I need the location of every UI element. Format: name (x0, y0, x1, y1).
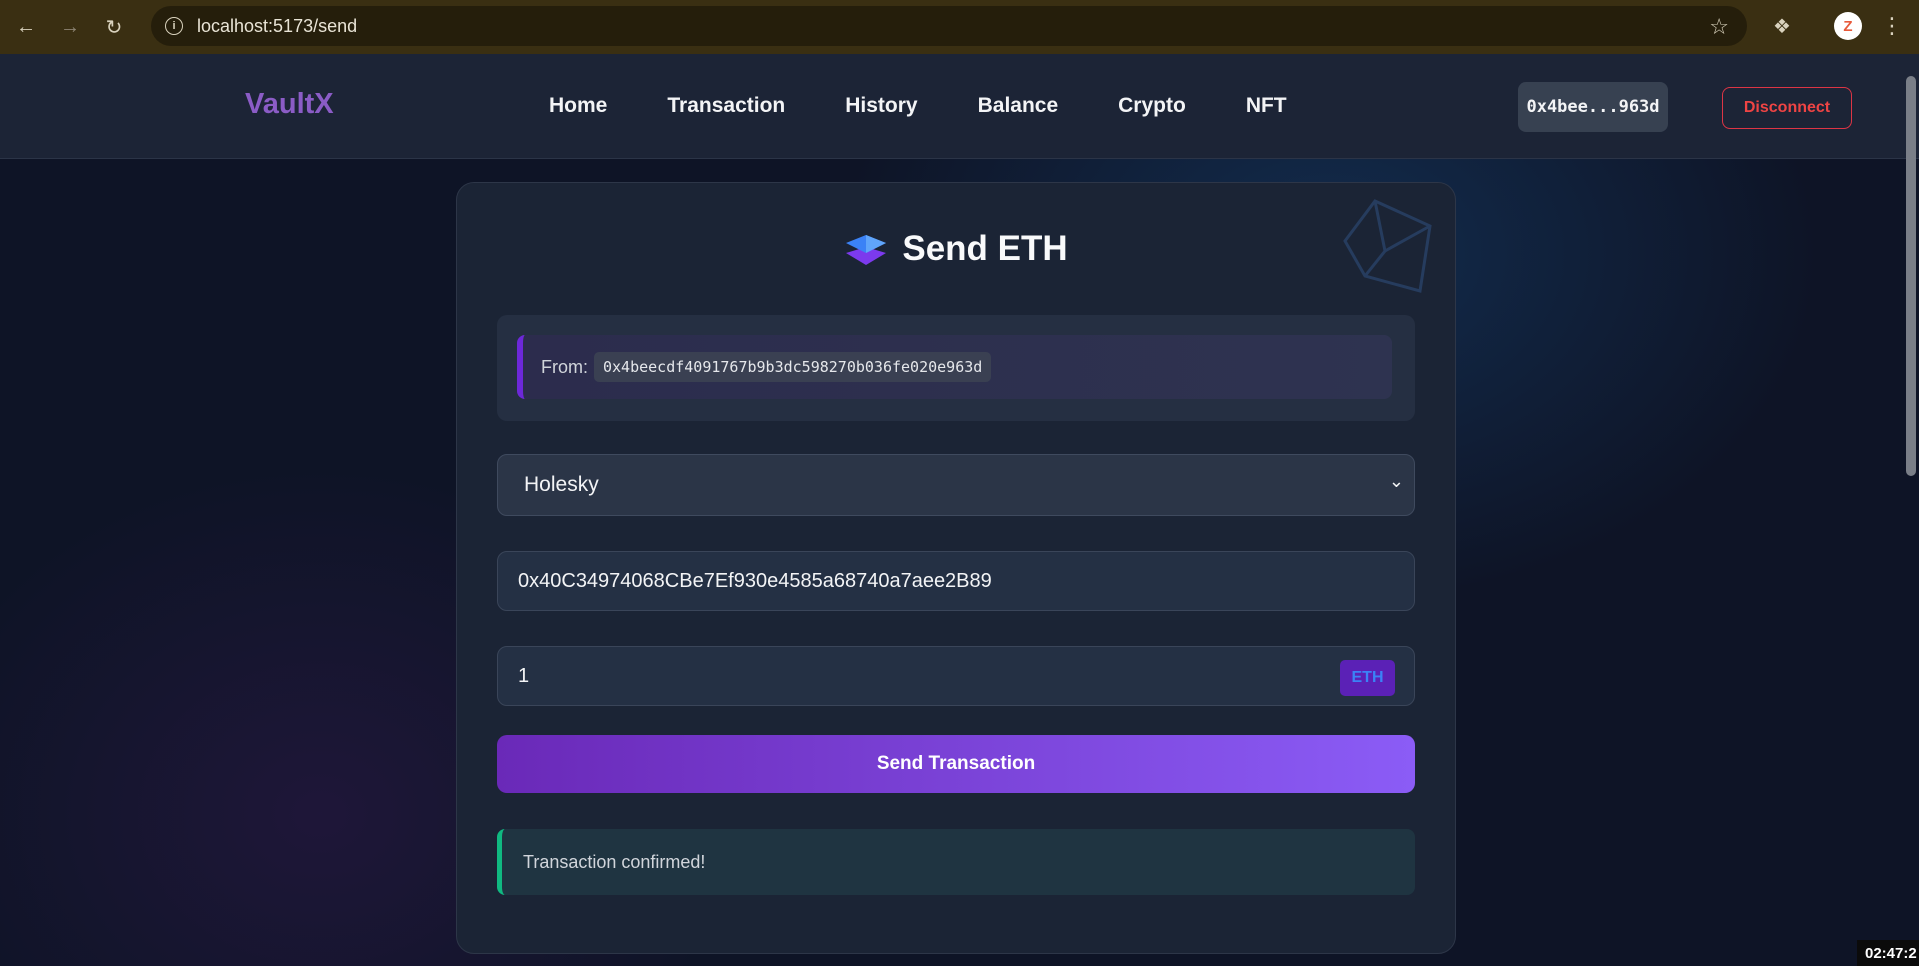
nav-transaction[interactable]: Transaction (667, 94, 785, 118)
chevron-down-icon: ⌄ (1388, 471, 1404, 491)
page-scrollbar[interactable] (1902, 54, 1919, 966)
send-eth-card: Send ETH From: 0x4beecdf4091767b9b3dc598… (456, 182, 1456, 954)
disconnect-button[interactable]: Disconnect (1722, 87, 1852, 129)
browser-toolbar: ← → ↻ i localhost:5173/send ☆ ❖ Z ⋮ (0, 0, 1919, 54)
amount-value: 1 (518, 664, 530, 687)
network-value: Holesky (524, 473, 599, 496)
wallet-address-chip[interactable]: 0x4bee...963d (1518, 82, 1668, 132)
page-title: Send ETH (902, 229, 1068, 268)
url-text[interactable]: localhost:5173/send (197, 16, 357, 37)
forward-icon[interactable]: → (52, 9, 88, 45)
scrollbar-thumb[interactable] (1906, 76, 1916, 476)
network-select[interactable]: Holesky ⌄ (497, 454, 1415, 516)
profile-avatar[interactable]: Z (1834, 12, 1862, 40)
ethereum-layers-icon (846, 235, 887, 265)
status-message: Transaction confirmed! (497, 829, 1415, 895)
nav-home[interactable]: Home (549, 94, 607, 118)
address-bar[interactable]: i localhost:5173/send ☆ (151, 6, 1747, 46)
amount-input[interactable]: 1 ETH (497, 646, 1415, 706)
taskbar-clock: 02:47:2 (1857, 940, 1919, 966)
app-header: VaultX Home Transaction History Balance … (0, 54, 1919, 159)
recipient-address-input[interactable]: 0x40C34974068CBe7Ef930e4585a68740a7aee2B… (497, 551, 1415, 611)
brand-logo[interactable]: VaultX (245, 88, 334, 121)
nav-balance[interactable]: Balance (978, 94, 1059, 118)
extensions-icon[interactable]: ❖ (1768, 12, 1796, 40)
from-panel: From: 0x4beecdf4091767b9b3dc598270b036fe… (497, 315, 1415, 421)
main-nav: Home Transaction History Balance Crypto … (549, 94, 1347, 118)
from-label: From: (541, 356, 588, 377)
card-title-row: Send ETH (457, 229, 1455, 269)
back-icon[interactable]: ← (8, 9, 44, 45)
site-info-icon[interactable]: i (165, 17, 183, 35)
recipient-value: 0x40C34974068CBe7Ef930e4585a68740a7aee2B… (518, 569, 992, 592)
reload-icon[interactable]: ↻ (96, 9, 132, 45)
app-page: VaultX Home Transaction History Balance … (0, 54, 1919, 966)
bookmark-star-icon[interactable]: ☆ (1709, 14, 1729, 40)
from-address: 0x4beecdf4091767b9b3dc598270b036fe020e96… (594, 352, 992, 382)
send-transaction-button[interactable]: Send Transaction (497, 735, 1415, 793)
browser-menu-icon[interactable]: ⋮ (1880, 12, 1904, 40)
nav-history[interactable]: History (845, 94, 917, 118)
nav-crypto[interactable]: Crypto (1118, 94, 1186, 118)
from-row: From: 0x4beecdf4091767b9b3dc598270b036fe… (517, 335, 1392, 399)
nav-nft[interactable]: NFT (1246, 94, 1287, 118)
unit-badge: ETH (1340, 660, 1395, 696)
